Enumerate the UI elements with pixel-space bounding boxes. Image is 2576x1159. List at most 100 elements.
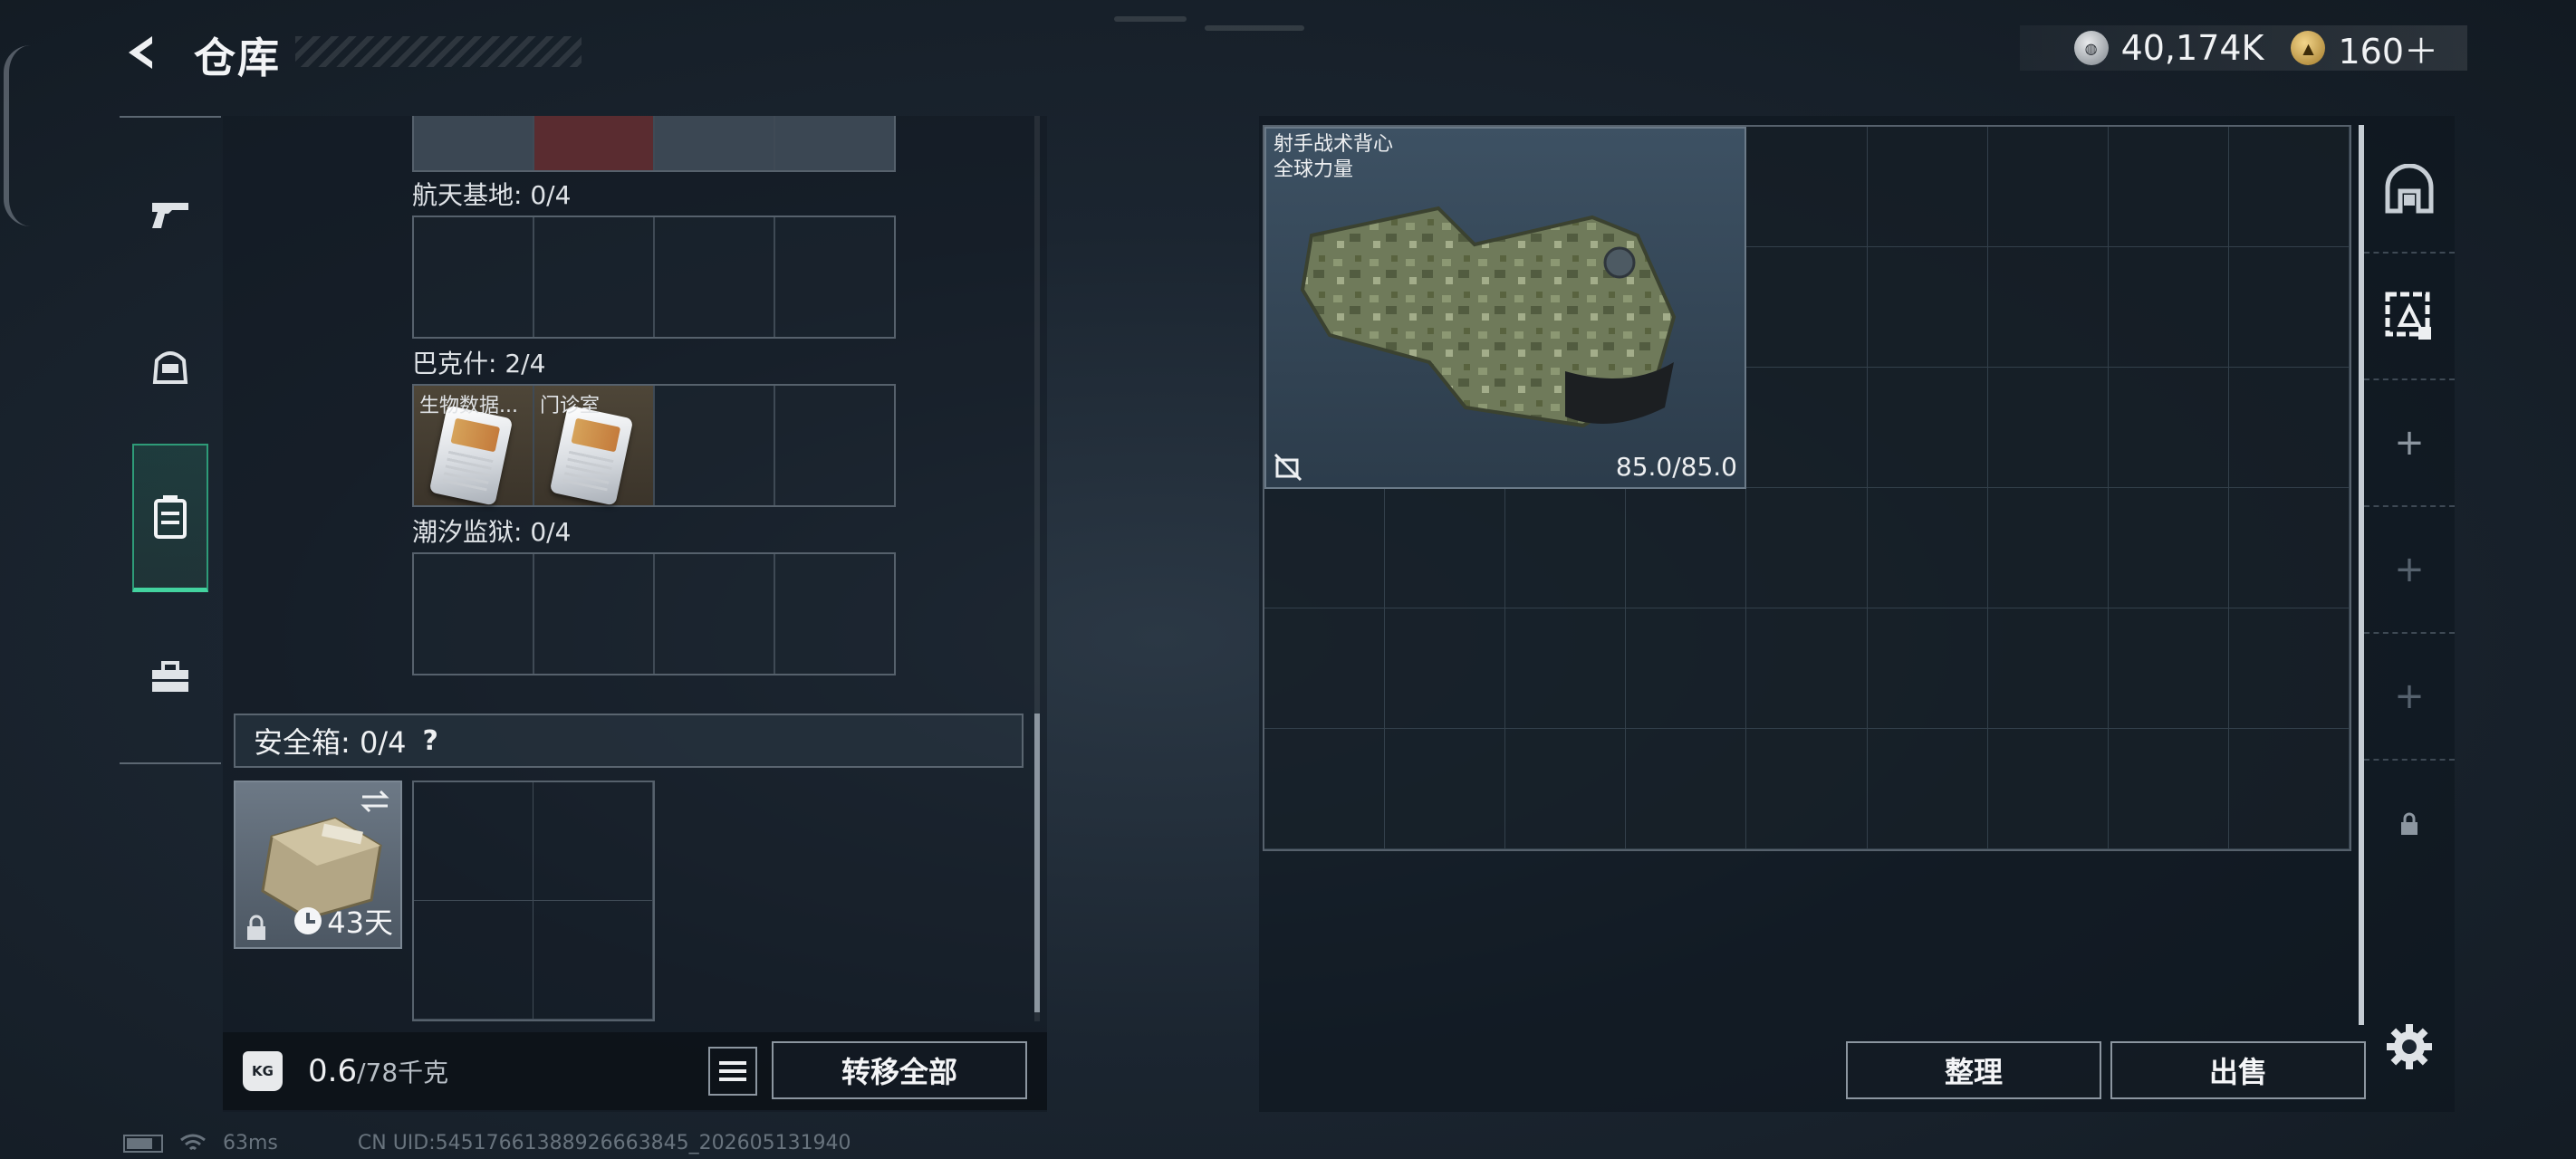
category-nav [120,116,221,764]
stash-cell[interactable] [2108,608,2229,729]
keycard-slot[interactable] [655,554,775,674]
stash-cell[interactable] [1987,729,2109,849]
stash-cell[interactable] [1385,488,1506,608]
stash-cell[interactable] [1746,608,1868,729]
keycard-image [428,405,514,506]
safe-slot[interactable] [533,782,653,901]
keycard-slot[interactable] [655,217,775,337]
stash-cell[interactable] [1746,127,1868,247]
stash-cell[interactable] [2228,368,2350,488]
nav-item-weapon[interactable] [132,165,208,266]
safe-slot[interactable] [414,901,533,1020]
keycard-slot[interactable] [655,386,775,505]
stash-tab-home[interactable] [2364,127,2455,254]
stash-tab-keycards[interactable] [2364,254,2455,380]
ping-text: 63ms [223,1132,278,1154]
timer-text: 43天 [327,905,393,940]
stash-cell[interactable] [1505,729,1627,849]
list-icon-line [719,1069,746,1073]
back-button[interactable] [116,25,170,80]
page-title: 仓库 [194,34,281,82]
silver-currency-value: 40,174K [2120,28,2264,68]
stash-cell[interactable] [1264,608,1386,729]
keycard-slot[interactable] [414,217,534,337]
nav-item-tools[interactable] [132,627,208,728]
list-view-button[interactable] [708,1047,757,1096]
stash-cell[interactable] [1867,127,1988,247]
keycard-slot[interactable] [775,386,894,505]
stash-cell[interactable] [1746,247,1868,368]
lock-icon [2401,812,2417,835]
stash-cell[interactable] [2108,127,2229,247]
stash-cell[interactable] [1746,729,1868,849]
stash-cell[interactable] [1626,488,1747,608]
safe-slot[interactable] [414,782,533,901]
stash-cell[interactable] [1746,368,1868,488]
stash-cell[interactable] [1987,247,2109,368]
stash-cell[interactable] [2228,729,2350,849]
safe-slot[interactable] [533,901,653,1020]
stash-cell[interactable] [1385,608,1506,729]
swap-icon[interactable] [359,788,391,815]
settings-button[interactable] [2382,1020,2437,1074]
safe-case-item[interactable]: 43天 [234,781,402,949]
keycard-slot[interactable] [775,554,894,674]
keycard-slot-biodata[interactable]: 生物数据... [414,386,534,506]
wifi-icon [180,1134,206,1150]
safe-box-grid [412,781,655,1021]
region-label-aerospace: 航天基地: 0/4 [412,180,572,210]
stash-cell[interactable] [1867,608,1988,729]
keycard-slot[interactable] [775,217,894,337]
list-icon-line [719,1061,746,1065]
stash-cell[interactable] [2228,488,2350,608]
stash-cell[interactable] [2228,608,2350,729]
gold-currency-value[interactable]: 160＋ [2338,24,2438,73]
nav-item-armor[interactable] [132,315,208,417]
stash-cell[interactable] [2108,247,2229,368]
add-stash-tab-button[interactable]: + [2364,507,2455,634]
keycard-slot[interactable] [775,116,894,170]
stash-cell[interactable] [2108,729,2229,849]
stash-cell[interactable] [1987,127,2109,247]
stash-cell[interactable] [1626,608,1747,729]
stash-cell[interactable] [1505,488,1627,608]
stash-cell[interactable] [1264,729,1386,849]
keycard-slot[interactable] [414,554,534,674]
stash-cell[interactable] [1867,729,1988,849]
stash-cell[interactable] [1264,488,1386,608]
add-stash-tab-button[interactable]: + [2364,380,2455,507]
keycard-slot[interactable] [534,116,655,170]
stash-cell[interactable] [1867,247,1988,368]
keycard-name: 门诊室 [540,395,601,417]
keycard-slot[interactable] [414,116,534,170]
transfer-all-button[interactable]: 转移全部 [772,1041,1027,1099]
stash-cell[interactable] [1746,488,1868,608]
vest-item[interactable]: 射手战术背心 全球力量 85.0/85.0 [1264,127,1746,489]
stash-cell[interactable] [1987,368,2109,488]
stash-cell[interactable] [1987,608,2109,729]
keycard-slot[interactable] [534,217,655,337]
help-button[interactable]: ? [422,725,437,757]
keycard-slot[interactable] [534,554,655,674]
stash-cell[interactable] [2228,127,2350,247]
stash-cell[interactable] [1867,488,1988,608]
sort-button[interactable]: 整理 [1846,1041,2101,1099]
stash-cell[interactable] [2108,368,2229,488]
stash-cell[interactable] [2108,488,2229,608]
stash-cell[interactable] [1385,729,1506,849]
gear-icon [2387,1024,2432,1069]
sell-button[interactable]: 出售 [2110,1041,2366,1099]
stash-cell[interactable] [1987,488,2109,608]
safe-box-label: 安全箱: 0/4 [254,725,407,760]
stash-cell[interactable] [2228,247,2350,368]
keycard-slot[interactable] [655,116,775,170]
keycard-slot-clinic[interactable]: 门诊室 [534,386,655,506]
locked-stash-tab[interactable] [2364,761,2455,887]
stash-cell[interactable] [1867,368,1988,488]
add-stash-tab-button[interactable]: + [2364,634,2455,761]
keycard-panel-scrollbar[interactable] [1034,116,1040,1021]
stash-cell[interactable] [1505,608,1627,729]
scroll-thumb[interactable] [1034,714,1040,1012]
nav-item-keycards[interactable] [132,444,208,592]
stash-cell[interactable] [1626,729,1747,849]
